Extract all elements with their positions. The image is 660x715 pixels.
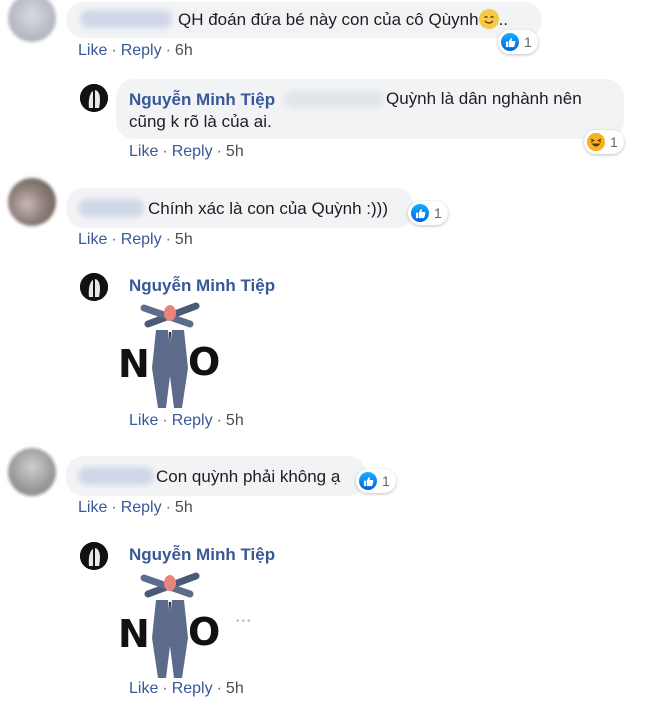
sticker-letter-o: O xyxy=(188,340,221,384)
comment-actions: Like · Reply · 5h xyxy=(78,231,193,249)
avatar[interactable] xyxy=(8,0,56,42)
separator-dot: · xyxy=(165,231,171,248)
avatar[interactable] xyxy=(8,448,56,496)
timestamp[interactable]: 5h xyxy=(226,412,244,429)
separator-dot: · xyxy=(111,231,117,248)
reply-link[interactable]: Reply xyxy=(121,231,162,248)
comment-text-suffix: .. xyxy=(498,10,509,29)
blurred-commenter-name[interactable] xyxy=(80,10,172,28)
blurred-commenter-name[interactable] xyxy=(78,467,154,485)
comment-bubble: QH đoán đứa bé này con của cô Qùynh.. xyxy=(66,2,542,38)
sticker-letter-o: O xyxy=(188,610,221,654)
reaction-badge[interactable]: 1 xyxy=(356,469,396,493)
author-name[interactable]: Nguyễn Minh Tiệp xyxy=(129,88,275,111)
comment-actions: Like · Reply · 5h xyxy=(129,143,244,161)
separator-dot: · xyxy=(165,42,171,59)
comment-text: Con quỳnh phải không ạ xyxy=(156,467,341,486)
blurred-commenter-name[interactable] xyxy=(78,199,144,217)
separator-dot: · xyxy=(162,680,168,697)
like-link[interactable]: Like xyxy=(129,680,158,697)
avatar[interactable] xyxy=(80,542,108,570)
blurred-tagged-name xyxy=(284,90,384,108)
like-icon xyxy=(359,472,377,490)
reply-link[interactable]: Reply xyxy=(121,42,162,59)
comment-actions: Like · Reply · 5h xyxy=(129,680,244,698)
comment-text: QH đoán đứa bé này con của cô Qùynh xyxy=(178,10,479,29)
reaction-count: 1 xyxy=(524,34,532,50)
timestamp[interactable]: 5h xyxy=(175,231,193,248)
comment-text: Chính xác là con của Quỳnh :))) xyxy=(148,199,389,218)
haha-icon xyxy=(587,133,605,151)
separator-dot: · xyxy=(162,412,168,429)
avatar[interactable] xyxy=(80,273,108,301)
reaction-badge[interactable]: 1 xyxy=(498,30,538,54)
reply-link[interactable]: Reply xyxy=(121,499,162,516)
comment-text-line2: cũng k rõ là của ai. xyxy=(129,112,272,131)
reply-link[interactable]: Reply xyxy=(172,680,213,697)
comment-actions: Like · Reply · 5h xyxy=(78,499,193,517)
author-name[interactable]: Nguyễn Minh Tiệp xyxy=(129,545,275,565)
more-options-icon[interactable]: ••• xyxy=(236,616,253,627)
like-icon xyxy=(501,33,519,51)
sticker-letter-n: N xyxy=(118,342,150,386)
timestamp[interactable]: 5h xyxy=(175,499,193,516)
sticker-letter-n: N xyxy=(118,612,150,656)
like-link[interactable]: Like xyxy=(129,143,158,160)
comment-text-line1: Quỳnh là dân nghành nên xyxy=(386,89,582,108)
avatar[interactable] xyxy=(80,84,108,112)
separator-dot: · xyxy=(111,499,117,516)
reply-link[interactable]: Reply xyxy=(172,143,213,160)
like-link[interactable]: Like xyxy=(78,231,107,248)
separator-dot: · xyxy=(162,143,168,160)
reply-link[interactable]: Reply xyxy=(172,412,213,429)
smiling-emoji-icon xyxy=(478,9,499,29)
timestamp[interactable]: 5h xyxy=(226,680,244,697)
reaction-badge[interactable]: 1 xyxy=(584,130,624,154)
like-link[interactable]: Like xyxy=(78,499,107,516)
like-link[interactable]: Like xyxy=(129,412,158,429)
comment-bubble: Nguyễn Minh Tiệp Quỳnh là dân nghành nên… xyxy=(116,79,624,139)
timestamp[interactable]: 5h xyxy=(226,143,244,160)
reaction-badge[interactable]: 1 xyxy=(408,201,448,225)
timestamp[interactable]: 6h xyxy=(175,42,193,59)
comment-actions: Like · Reply · 6h xyxy=(78,42,193,60)
comment-bubble: Con quỳnh phải không ạ xyxy=(66,456,366,496)
separator-dot: · xyxy=(216,143,222,160)
avatar[interactable] xyxy=(8,178,56,226)
reaction-count: 1 xyxy=(610,134,618,150)
reaction-count: 1 xyxy=(434,205,442,221)
no-sticker[interactable]: N O xyxy=(118,572,220,678)
separator-dot: · xyxy=(165,499,171,516)
like-icon xyxy=(411,204,429,222)
separator-dot: · xyxy=(111,42,117,59)
no-sticker[interactable]: N O xyxy=(118,302,220,408)
separator-dot: · xyxy=(216,680,222,697)
author-name[interactable]: Nguyễn Minh Tiệp xyxy=(129,276,275,296)
separator-dot: · xyxy=(216,412,222,429)
reaction-count: 1 xyxy=(382,473,390,489)
comment-bubble: Chính xác là con của Quỳnh :))) xyxy=(66,188,414,228)
comment-actions: Like · Reply · 5h xyxy=(129,412,244,430)
like-link[interactable]: Like xyxy=(78,42,107,59)
